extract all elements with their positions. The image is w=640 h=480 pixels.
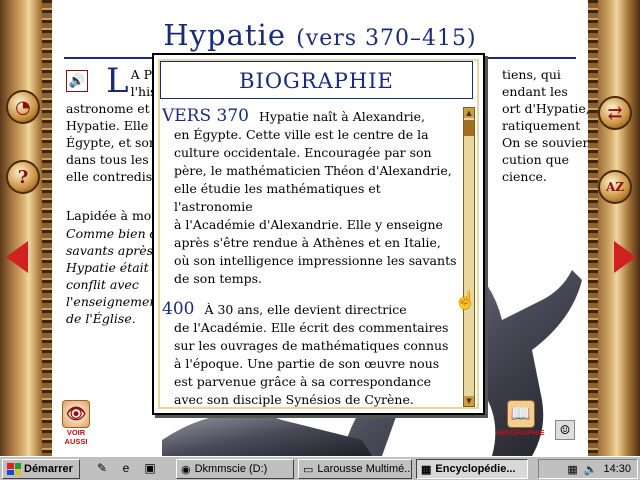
text-line: l'enseignement [66,294,156,309]
scroll-up-icon[interactable]: ▲ [464,108,474,118]
book-icon: 📖 [506,400,535,428]
text-line: elle étudie les mathématiques et l'astro… [174,181,381,214]
taskbar: Démarrer ✎ e ▣ ◉ Dkmmscie (D:) ▭ Larouss… [0,456,640,480]
entry-body: de l'Académie. Elle écrit des commentair… [162,319,458,407]
task-drive[interactable]: ◉ Dkmmscie (D:) [176,459,294,479]
title-name: Hypatie [163,18,286,52]
popup-title: Biographie [160,61,473,99]
question-icon[interactable]: ? [6,160,40,194]
drive-icon: ◉ [181,463,191,476]
speaker-icon[interactable]: 🔊 [66,70,88,92]
text-line: à l'époque. Une partie de son œuvre nous [174,356,440,371]
system-tray: ▦ 🔈 14:30 [538,459,638,479]
text-line: conflit avec [66,277,139,292]
section-heading: Lapidée à mor [66,208,158,223]
text-line: Hypatie. Elle v [66,118,158,133]
index-az-icon[interactable]: AZ [598,170,632,204]
channels-icon[interactable]: ▣ [142,461,158,477]
task-label: Dkmmscie (D:) [194,463,268,475]
see-also-button[interactable]: 👁 VOIR AUSSI [62,400,90,446]
right-frame: ⇄ AZ [588,0,640,456]
popup-scrollbar[interactable]: ▲ ▼ [463,107,475,407]
text-line: Égypte, et son [66,135,157,150]
desktop-icon[interactable]: ✎ [94,461,110,477]
portrait-icon[interactable]: ☺ [555,420,575,440]
text-line: de l'Académie. Elle écrit des commentair… [174,320,449,335]
text-line: elle contredisai [66,169,158,184]
text-line: ratiquement [502,118,581,133]
navigation-icon[interactable]: ⇄ [598,96,632,130]
text-line: cience. [502,169,547,184]
see-also-label-2: AUSSI [64,437,88,446]
text-line: en Égypte. Cette ville est le centre de … [174,127,429,142]
browser-icon[interactable]: e [118,461,134,477]
entry-year: vers 370 [162,107,249,126]
article-left-column-cont: astronome et r Hypatie. Elle v Égypte, e… [66,100,158,185]
text-line: savants après e [66,243,156,258]
popup-content: vers 370 Hypatie naît à Alexandrie, en É… [162,107,458,407]
entry-body: en Égypte. Cette ville est le centre de … [162,126,458,288]
tray-app-icon[interactable]: ▦ [567,463,577,476]
page-title: Hypatie (vers 370–415) [52,18,588,52]
windows-logo-icon [7,463,21,475]
text-line: culture occidentale. Encouragée par son [174,145,432,160]
text-line: sur les ouvrages de mathématiques connus [174,338,449,353]
volume-icon[interactable]: 🔈 [584,463,598,476]
text-line: cution que [502,152,570,167]
text-line: où son intelligence impressionne les sav… [174,253,457,268]
next-page-arrow-icon[interactable] [614,241,636,273]
text-line: Hypatie naît à Alexandrie, [258,109,426,124]
text-line: À 30 ans, elle devient directrice [204,302,407,317]
hand-cursor-icon: ☝ [454,290,477,311]
entry-year: 400 [162,299,195,319]
text-line: On se souvient [502,135,588,150]
text-line: à l'Académie d'Alexandrie. Elle y enseig… [174,217,443,232]
task-encyclopedie[interactable]: ▦ Encyclopédie... [416,459,528,479]
app-icon: ▦ [421,463,432,476]
clock[interactable]: 14:30 [603,463,631,475]
text-line: avec son disciple Synésios de Cyrène. [174,392,414,407]
text-line: Hypatie était e [66,260,156,275]
task-larousse[interactable]: ▭ Larousse Multimé... [298,459,412,479]
text-line: ort d'Hypatie, [502,101,588,116]
timeline-entry: 400 À 30 ans, elle devient directrice de… [162,300,458,407]
text-line: est parvenue grâce à sa correspondance [174,374,432,389]
text-line: dans tous les p [66,152,158,167]
text-line: Comme bien d [66,226,156,241]
task-label: Encyclopédie... [435,463,516,475]
gauge-icon[interactable]: ◔ [6,90,40,124]
article-right-column: tiens, qui endant les ort d'Hypatie, rat… [502,66,588,185]
left-frame: ◔ ? [0,0,52,456]
text-line: de son temps. [174,271,263,286]
biography-button[interactable]: 📖 BIOGRAPHIE [497,400,545,437]
task-label: Larousse Multimé... [317,463,412,475]
text-line: père, le mathématicien Théon d'Alexandri… [174,163,452,178]
text-line: après s'être rendue à Athènes et en Ital… [174,235,441,250]
eye-icon: 👁 [62,400,90,428]
start-button[interactable]: Démarrer [2,459,80,479]
title-dates: (vers 370–415) [296,26,477,51]
timeline-entry: vers 370 Hypatie naît à Alexandrie, en É… [162,107,458,288]
text-line: tiens, qui [502,67,561,82]
folder-icon: ▭ [303,463,314,476]
biography-label: BIOGRAPHIE [497,428,545,437]
text-line: astronome et r [66,101,158,116]
biography-popup: Biographie vers 370 Hypatie naît à Alexa… [152,53,485,415]
text-line: endant les [502,84,568,99]
drop-cap: L [106,61,129,101]
scroll-thumb[interactable] [464,120,474,136]
see-also-label-1: VOIR [66,428,86,437]
scroll-down-icon[interactable]: ▼ [464,396,474,406]
italic-paragraph: Comme bien d savants après e Hypatie éta… [66,225,156,327]
previous-page-arrow-icon[interactable] [6,241,28,273]
start-label: Démarrer [24,463,73,475]
text-line: de l'Église. [66,311,136,326]
